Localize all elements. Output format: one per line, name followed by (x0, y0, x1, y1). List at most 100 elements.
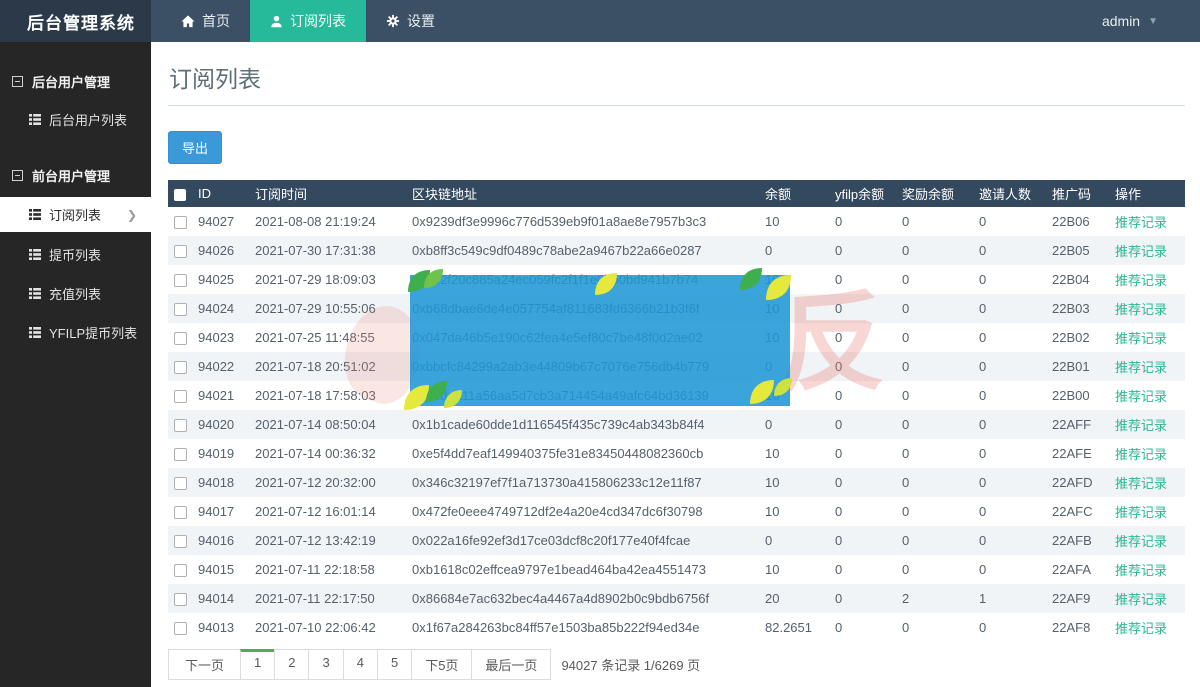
cell-reward: 0 (900, 207, 977, 236)
row-checkbox[interactable] (174, 419, 187, 432)
table-row: 940152021-07-11 22:18:580xb1618c02effcea… (168, 555, 1185, 584)
gear-icon (386, 14, 400, 28)
nav-tab-settings[interactable]: 设置 (366, 0, 455, 42)
row-checkbox[interactable] (174, 216, 187, 229)
cell-invites: 0 (977, 294, 1050, 323)
cell-reward: 0 (900, 294, 977, 323)
row-checkbox[interactable] (174, 593, 187, 606)
col-header-balance: 余额 (763, 180, 833, 207)
sidebar-group-backend-users[interactable]: 后台用户管理 (0, 66, 151, 97)
cell-invites: 0 (977, 468, 1050, 497)
page-button[interactable]: 2 (274, 649, 309, 680)
recommend-record-link[interactable]: 推荐记录 (1115, 302, 1167, 317)
nav-tab-home[interactable]: 首页 (161, 0, 250, 42)
recommend-record-link[interactable]: 推荐记录 (1115, 563, 1167, 578)
cell-invites: 0 (977, 613, 1050, 642)
sidebar-item-label: 充值列表 (49, 284, 101, 303)
recommend-record-link[interactable]: 推荐记录 (1115, 331, 1167, 346)
cell-balance: 10 (763, 555, 833, 584)
recommend-record-link[interactable]: 推荐记录 (1115, 244, 1167, 259)
cell-id: 94022 (196, 352, 253, 381)
cell-code: 22AFA (1050, 555, 1113, 584)
export-button[interactable]: 导出 (168, 131, 222, 164)
row-checkbox[interactable] (174, 303, 187, 316)
page-button[interactable]: 5 (377, 649, 412, 680)
user-menu[interactable]: admin ▼ (1102, 0, 1200, 42)
recommend-record-link[interactable]: 推荐记录 (1115, 621, 1167, 636)
cell-code: 22B00 (1050, 381, 1113, 410)
page-button[interactable]: 下5页 (411, 649, 472, 680)
row-checkbox[interactable] (174, 535, 187, 548)
row-checkbox[interactable] (174, 448, 187, 461)
recommend-record-link[interactable]: 推荐记录 (1115, 273, 1167, 288)
table-body: 940272021-08-08 21:19:240x9239df3e9996c7… (168, 207, 1185, 642)
sidebar-item-withdraw-list[interactable]: 提币列表 (0, 238, 151, 271)
row-checkbox[interactable] (174, 274, 187, 287)
recommend-record-link[interactable]: 推荐记录 (1115, 360, 1167, 375)
col-header-code: 推广码 (1050, 180, 1113, 207)
nav-tab-subscriptions[interactable]: 订阅列表 (250, 0, 366, 42)
list-icon (29, 114, 41, 125)
col-header-time: 订阅时间 (253, 180, 410, 207)
cell-time: 2021-07-11 22:18:58 (253, 555, 410, 584)
sidebar-item-backend-user-list[interactable]: 后台用户列表 (0, 103, 151, 136)
cell-id: 94021 (196, 381, 253, 410)
cell-balance: 10 (763, 468, 833, 497)
page-button[interactable]: 最后一页 (471, 649, 551, 680)
cell-invites: 0 (977, 497, 1050, 526)
row-checkbox[interactable] (174, 245, 187, 258)
cell-address: 0xb8ff3c549c9df0489c78abe2a9467b22a66e02… (410, 236, 763, 265)
user-icon (270, 15, 283, 28)
select-all-checkbox[interactable] (174, 189, 186, 201)
recommend-record-link[interactable]: 推荐记录 (1115, 476, 1167, 491)
cell-code: 22B03 (1050, 294, 1113, 323)
recommend-record-link[interactable]: 推荐记录 (1115, 534, 1167, 549)
cell-id: 94013 (196, 613, 253, 642)
cell-balance: 10 (763, 497, 833, 526)
row-checkbox[interactable] (174, 477, 187, 490)
cell-time: 2021-07-12 13:42:19 (253, 526, 410, 555)
recommend-record-link[interactable]: 推荐记录 (1115, 592, 1167, 607)
col-header-reward: 奖励余额 (900, 180, 977, 207)
cell-code: 22B06 (1050, 207, 1113, 236)
cell-invites: 0 (977, 323, 1050, 352)
cell-reward: 0 (900, 410, 977, 439)
cell-reward: 0 (900, 468, 977, 497)
leaf-decoration (746, 368, 794, 408)
table-row: 940132021-07-10 22:06:420x1f67a284263bc8… (168, 613, 1185, 642)
cell-address: 0x1f67a284263bc84ff57e1503ba85b222f94ed3… (410, 613, 763, 642)
row-checkbox[interactable] (174, 564, 187, 577)
row-checkbox[interactable] (174, 361, 187, 374)
cell-invites: 0 (977, 381, 1050, 410)
cell-balance: 0 (763, 526, 833, 555)
cell-code: 22B04 (1050, 265, 1113, 294)
subscription-table: ID 订阅时间 区块链地址 余额 yfilp余额 奖励余额 邀请人数 推广码 操… (168, 180, 1185, 642)
page-button[interactable]: 下一页 (168, 649, 241, 680)
sidebar-item-recharge-list[interactable]: 充值列表 (0, 277, 151, 310)
row-checkbox[interactable] (174, 390, 187, 403)
sidebar-item-subscription-list[interactable]: 订阅列表 ❯ (0, 197, 151, 232)
recommend-record-link[interactable]: 推荐记录 (1115, 505, 1167, 520)
col-header-action: 操作 (1113, 180, 1185, 207)
page-button[interactable]: 3 (308, 649, 343, 680)
cell-balance: 10 (763, 207, 833, 236)
cell-balance: 10 (763, 439, 833, 468)
cell-time: 2021-07-29 18:09:03 (253, 265, 410, 294)
page-button[interactable]: 4 (343, 649, 378, 680)
home-icon (181, 15, 195, 28)
sidebar-group-frontend-users[interactable]: 前台用户管理 (0, 160, 151, 191)
cell-invites: 0 (977, 265, 1050, 294)
page-button[interactable]: 1 (240, 649, 275, 680)
recommend-record-link[interactable]: 推荐记录 (1115, 447, 1167, 462)
table-row: 940192021-07-14 00:36:320xe5f4dd7eaf1499… (168, 439, 1185, 468)
cell-id: 94016 (196, 526, 253, 555)
row-checkbox[interactable] (174, 622, 187, 635)
row-checkbox[interactable] (174, 332, 187, 345)
row-checkbox[interactable] (174, 506, 187, 519)
recommend-record-link[interactable]: 推荐记录 (1115, 389, 1167, 404)
recommend-record-link[interactable]: 推荐记录 (1115, 418, 1167, 433)
sidebar-item-yfilp-withdraw-list[interactable]: YFILP提币列表 (0, 316, 151, 349)
table-row: 940172021-07-12 16:01:140x472fe0eee47497… (168, 497, 1185, 526)
recommend-record-link[interactable]: 推荐记录 (1115, 215, 1167, 230)
cell-invites: 0 (977, 410, 1050, 439)
